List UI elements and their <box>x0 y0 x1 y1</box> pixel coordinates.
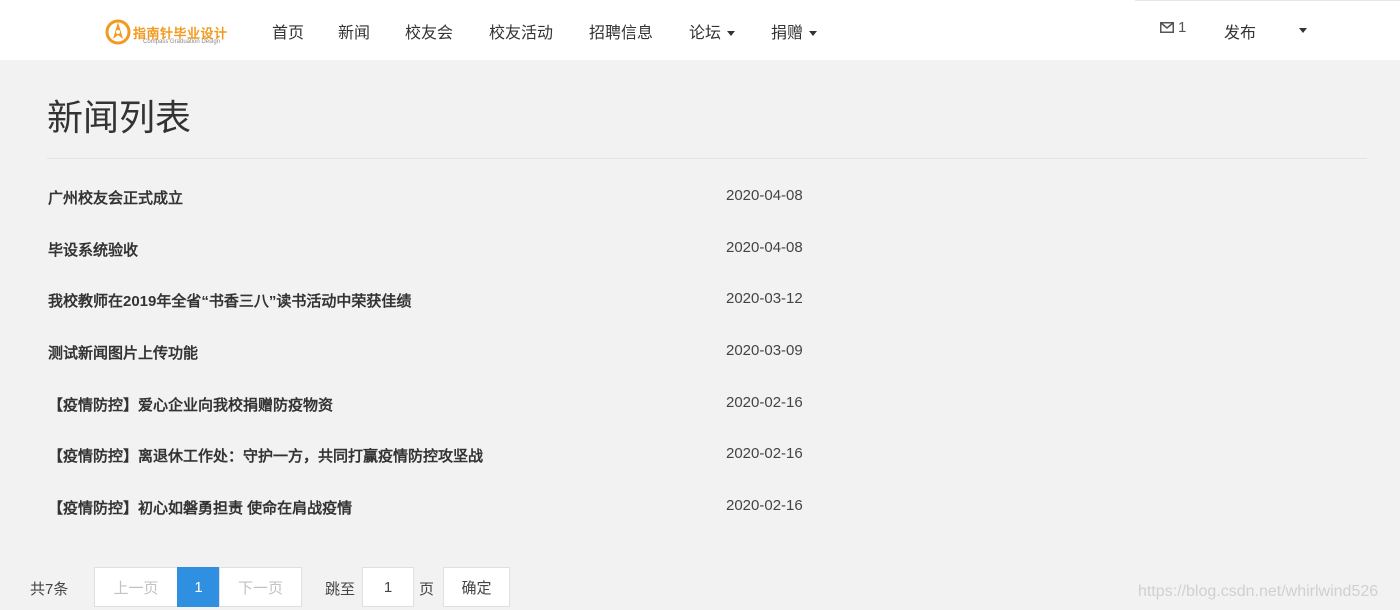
nav-forum-dropdown[interactable]: 论坛 <box>689 19 736 43</box>
title-divider <box>47 158 1367 159</box>
news-date: 2020-04-08 <box>726 187 803 204</box>
nav-donation-label: 捐赠 <box>771 25 804 42</box>
nav-news[interactable]: 新闻 <box>338 19 370 43</box>
top-navbar: 指南针毕业设计 Compass Graduation Design 首页 新闻 … <box>0 0 1400 60</box>
news-row[interactable]: 【疫情防控】离退休工作处：守护一方，共同打赢疫情防控攻坚战 2020-02-16 <box>48 436 848 488</box>
page-title: 新闻列表 <box>47 97 192 138</box>
nav-news-label: 新闻 <box>338 25 371 42</box>
news-row[interactable]: 【疫情防控】爱心企业向我校捐赠防疫物资 2020-02-16 <box>48 385 848 437</box>
next-page-button[interactable]: 下一页 <box>219 567 302 607</box>
news-date: 2020-02-16 <box>726 393 803 411</box>
nav-alumni-activities[interactable]: 校友活动 <box>489 19 553 43</box>
news-date: 2020-03-12 <box>726 290 803 308</box>
user-menu-caret-icon[interactable] <box>1299 28 1307 33</box>
nav-alumni-activities-label: 校友活动 <box>489 25 554 42</box>
nav-forum-label: 论坛 <box>689 25 722 42</box>
news-date: 2020-02-16 <box>726 445 803 463</box>
top-edge-line <box>1135 0 1400 1</box>
news-list: 广州校友会正式成立 2020-04-08 毕设系统验收 2020-04-08 我… <box>48 178 848 540</box>
brand-subtitle: Compass Graduation Design <box>143 39 221 45</box>
news-title[interactable]: 广州校友会正式成立 <box>48 187 183 208</box>
publish-button[interactable]: 发布 <box>1224 19 1256 43</box>
news-title[interactable]: 我校教师在2019年全省“书香三八”读书活动中荣获佳绩 <box>48 290 411 311</box>
brand-logo[interactable]: 指南针毕业设计 Compass Graduation Design <box>105 17 230 51</box>
nav-home-label: 首页 <box>272 25 305 42</box>
news-row[interactable]: 测试新闻图片上传功能 2020-03-09 <box>48 333 848 385</box>
nav-recruitment[interactable]: 招聘信息 <box>589 19 653 43</box>
prev-page-button[interactable]: 上一页 <box>94 567 178 607</box>
news-date: 2020-04-08 <box>726 238 803 256</box>
nav-home[interactable]: 首页 <box>272 19 304 43</box>
news-date: 2020-02-16 <box>726 497 803 515</box>
publish-label: 发布 <box>1224 25 1257 42</box>
nav-recruitment-label: 招聘信息 <box>589 25 654 42</box>
compass-logo-icon <box>105 19 131 45</box>
news-title[interactable]: 测试新闻图片上传功能 <box>48 342 198 363</box>
news-date: 2020-03-09 <box>726 342 803 360</box>
page-unit-label: 页 <box>419 581 435 598</box>
pagination-total-count: 共7条 <box>30 581 69 598</box>
news-row[interactable]: 我校教师在2019年全省“书香三八”读书活动中荣获佳绩 2020-03-12 <box>48 281 848 333</box>
caret-down-icon <box>727 31 736 37</box>
watermark-text: https://blog.csdn.net/whirlwind526 <box>1138 583 1379 600</box>
jump-to-label: 跳至 <box>325 581 356 598</box>
news-title[interactable]: 【疫情防控】离退休工作处：守护一方，共同打赢疫情防控攻坚战 <box>48 445 483 466</box>
messages-button[interactable]: 1 <box>1160 19 1186 36</box>
jump-page-input[interactable] <box>362 567 414 607</box>
confirm-jump-button[interactable]: 确定 <box>443 567 510 607</box>
envelope-icon <box>1160 22 1174 33</box>
news-title[interactable]: 【疫情防控】初心如磐勇担责 使命在肩战疫情 <box>48 497 352 518</box>
caret-down-icon <box>809 31 818 37</box>
news-row[interactable]: 【疫情防控】初心如磐勇担责 使命在肩战疫情 2020-02-16 <box>48 488 848 540</box>
news-title[interactable]: 毕设系统验收 <box>48 239 138 260</box>
current-page-button[interactable]: 1 <box>177 567 220 607</box>
message-count: 1 <box>1178 19 1187 36</box>
news-row[interactable]: 广州校友会正式成立 2020-04-08 <box>48 178 848 230</box>
nav-alumni-association-label: 校友会 <box>405 25 454 42</box>
news-title[interactable]: 【疫情防控】爱心企业向我校捐赠防疫物资 <box>48 394 333 415</box>
nav-donation-dropdown[interactable]: 捐赠 <box>771 19 818 43</box>
nav-alumni-association[interactable]: 校友会 <box>405 19 453 43</box>
news-row[interactable]: 毕设系统验收 2020-04-08 <box>48 230 848 282</box>
